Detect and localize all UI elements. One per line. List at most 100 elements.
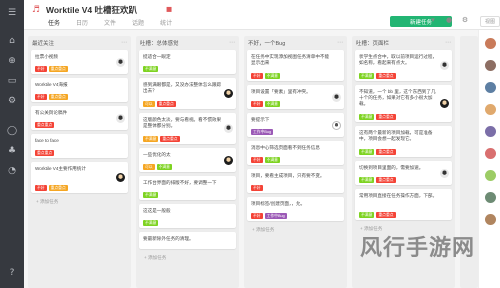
task-tag: 可以 bbox=[143, 164, 155, 170]
assignee-avatar[interactable] bbox=[440, 168, 449, 178]
column-menu-icon[interactable]: ⋯ bbox=[229, 39, 235, 46]
column-title: 不好，一个Bug bbox=[248, 40, 286, 47]
column-menu-icon[interactable]: ⋯ bbox=[337, 39, 343, 46]
add-icon[interactable]: ⊕ bbox=[4, 54, 20, 68]
task-card[interactable]: 这有两个最新的项目加载，可是准备中，项目会想一起发现它。 不满意 重点重点 bbox=[355, 126, 452, 157]
project-tabs: 任务 日历 文件 话题 统计 bbox=[48, 18, 172, 27]
column-header: 吐槽：总体感觉 ⋯ bbox=[136, 36, 239, 49]
add-task-button[interactable]: 新建任务 bbox=[390, 16, 452, 27]
member-avatar[interactable] bbox=[485, 192, 496, 203]
task-card[interactable]: 切换到项目里面的，需要加速。 不满意 重点重点 bbox=[355, 161, 452, 185]
member-avatar[interactable] bbox=[485, 104, 496, 115]
column-menu-icon[interactable]: ⋯ bbox=[445, 39, 451, 46]
task-tag: 不好 bbox=[35, 94, 47, 100]
task-title: 有公关舆论稿件 bbox=[35, 110, 68, 115]
task-card[interactable]: 拉票小视频 不好 重点重点 bbox=[31, 50, 128, 74]
assignee-avatar[interactable] bbox=[440, 99, 449, 108]
column-title: 吐槽：总体感觉 bbox=[140, 40, 179, 47]
member-avatar[interactable] bbox=[485, 126, 496, 137]
assignee-avatar[interactable] bbox=[224, 155, 233, 165]
task-card[interactable]: 感到满眼都是，又没办法整体怎么跟踪出去？ 可以 重点重点 bbox=[139, 78, 236, 109]
task-card[interactable]: face to face 重点重点 bbox=[31, 134, 128, 158]
assignee-avatar[interactable] bbox=[440, 61, 449, 70]
task-card[interactable]: 常用项目直接在任务操作方面，下部。 不满意 重点重点 bbox=[355, 189, 452, 220]
add-task-link[interactable]: + 添加任务 bbox=[252, 227, 274, 233]
board-column: 最近关注 ⋯ 拉票小视频 不好 重点重点 Worktile V4海报 不好 重点重点 有公关舆论… bbox=[28, 36, 131, 288]
task-card[interactable]: 要提示下 工作中Bug bbox=[247, 113, 344, 137]
member-avatar[interactable] bbox=[485, 214, 496, 225]
task-tag: 不好 bbox=[251, 157, 263, 163]
tab-files[interactable]: 文件 bbox=[104, 18, 116, 27]
task-card[interactable]: Worktile V4海报 不好 重点重点 bbox=[31, 78, 128, 102]
task-card[interactable]: 要最新除外任务的清理。 bbox=[139, 232, 236, 249]
tag-list: 不满意 重点重点 bbox=[143, 136, 180, 142]
task-card[interactable]: 不知道，一个 bb 里，这个东西到了几十个的任务，如果对它有多小很大加载。 不满意… bbox=[355, 85, 452, 122]
gear-icon[interactable]: ⚙ bbox=[4, 94, 20, 108]
team-icon[interactable]: ♣ bbox=[4, 144, 20, 158]
tab-calendar[interactable]: 日历 bbox=[76, 18, 88, 27]
task-title: 这版颜色太淡，要与看视。看不惯效果是整体都分别。 bbox=[143, 117, 222, 129]
home-icon[interactable]: ⌂ bbox=[4, 34, 20, 48]
assignee-avatar[interactable] bbox=[332, 92, 341, 102]
inbox-icon[interactable]: ▭ bbox=[4, 74, 20, 88]
tag-list: 不好 工作中Bug bbox=[251, 213, 287, 219]
tab-topics[interactable]: 话题 bbox=[132, 18, 144, 27]
assignee-avatar[interactable] bbox=[332, 120, 341, 130]
task-card[interactable]: 这版颜色太淡，要与看视。看不惯效果是整体都分别。不满意 重点重点 bbox=[139, 113, 236, 144]
bell-icon[interactable]: ◔ bbox=[4, 164, 20, 178]
task-card[interactable]: 工作台界面的排版不好，要调整一下 不满意 bbox=[139, 176, 236, 200]
task-title: face to face bbox=[35, 138, 59, 143]
assignee-avatar[interactable] bbox=[116, 173, 125, 182]
task-card[interactable]: 在任务中实现添加视图任务清单中不能显示出来 不好 不满意 bbox=[247, 50, 344, 81]
tab-tasks[interactable]: 任务 bbox=[48, 18, 60, 27]
dropdown-icon[interactable]: ▾ bbox=[428, 16, 438, 27]
view-button[interactable]: 视图 bbox=[480, 16, 500, 27]
task-card[interactable]: 状学生点合中，取以前项目运行过程，如名称，看起来有点大。不满意 重点重点 bbox=[355, 50, 452, 81]
task-title: 切换到项目里面的，需要加速。 bbox=[359, 165, 424, 170]
task-title: 工作台界面的排版不好，要调整一下 bbox=[143, 180, 217, 185]
task-tag: 重点重点 bbox=[376, 177, 396, 183]
menu-icon[interactable]: ☰ bbox=[4, 6, 20, 20]
task-card[interactable]: 有公关舆论稿件 重点重点 bbox=[31, 106, 128, 130]
member-avatar[interactable] bbox=[485, 38, 496, 49]
member-avatar[interactable] bbox=[485, 82, 496, 93]
column-menu-icon[interactable]: ⋯ bbox=[121, 39, 127, 46]
assignee-avatar[interactable] bbox=[224, 124, 233, 133]
tag-list: 可以 重点重点 bbox=[143, 101, 176, 107]
task-title: 状学生点合中，取以前项目运行过程，如名称，看起来有点大。 bbox=[359, 54, 438, 66]
member-avatar[interactable] bbox=[485, 170, 496, 181]
task-tag: 重点重点 bbox=[35, 122, 55, 128]
task-card[interactable]: 这这是一般般 不满意 bbox=[139, 204, 236, 228]
task-card[interactable]: 项目，要看主成项目，只有要不变。 不好 bbox=[247, 169, 344, 193]
assignee-avatar[interactable] bbox=[116, 113, 125, 123]
task-card[interactable]: 项目标签/创建页面，，允。 不好 工作中Bug bbox=[247, 197, 344, 221]
assignee-avatar[interactable] bbox=[116, 57, 125, 67]
assignee-avatar[interactable] bbox=[224, 89, 233, 98]
task-tag: 不好 bbox=[251, 73, 263, 79]
task-card[interactable]: 消息中心筛选页面看不到任务信息 不好 不满意 bbox=[247, 141, 344, 165]
task-card[interactable]: 项目设置「要素」里有冲突。 不好 不满意 bbox=[247, 85, 344, 109]
member-avatar[interactable] bbox=[485, 60, 496, 71]
tag-list: 工作中Bug bbox=[251, 129, 274, 135]
help-icon[interactable]: ? bbox=[4, 266, 20, 280]
add-task-link[interactable]: + 添加任务 bbox=[36, 199, 58, 205]
task-card[interactable]: 挺适合一眼定 不满意 bbox=[139, 50, 236, 74]
chat-icon[interactable]: ◯ bbox=[4, 124, 20, 138]
task-tag: 重点重点 bbox=[376, 73, 396, 79]
task-card[interactable]: 一些优化的太 可以 不满意 bbox=[139, 148, 236, 172]
add-task-link[interactable]: + 添加任务 bbox=[144, 255, 166, 261]
settings-icon[interactable]: ⚙ bbox=[460, 16, 470, 27]
tag-list: 可以 不满意 bbox=[143, 164, 172, 170]
tag-list: 不满意 bbox=[143, 192, 159, 198]
task-tag: 不满意 bbox=[143, 66, 159, 72]
task-tag: 工作中Bug bbox=[251, 129, 274, 135]
member-avatar[interactable] bbox=[485, 148, 496, 159]
tab-stats[interactable]: 统计 bbox=[160, 18, 172, 27]
column-title: 吐槽：页面栏 bbox=[356, 40, 390, 47]
task-tag: 不满意 bbox=[359, 73, 375, 79]
task-card[interactable]: Worktile V4主要作用统计 不好 重点重点 bbox=[31, 162, 128, 193]
task-title: 项目，要看主成项目，只有要不变。 bbox=[251, 173, 325, 178]
task-title: 感到满眼都是，又没办法整体怎么跟踪出去？ bbox=[143, 82, 222, 94]
member-icon[interactable]: ● bbox=[444, 16, 454, 27]
task-title: 这这是一般般 bbox=[143, 208, 171, 213]
